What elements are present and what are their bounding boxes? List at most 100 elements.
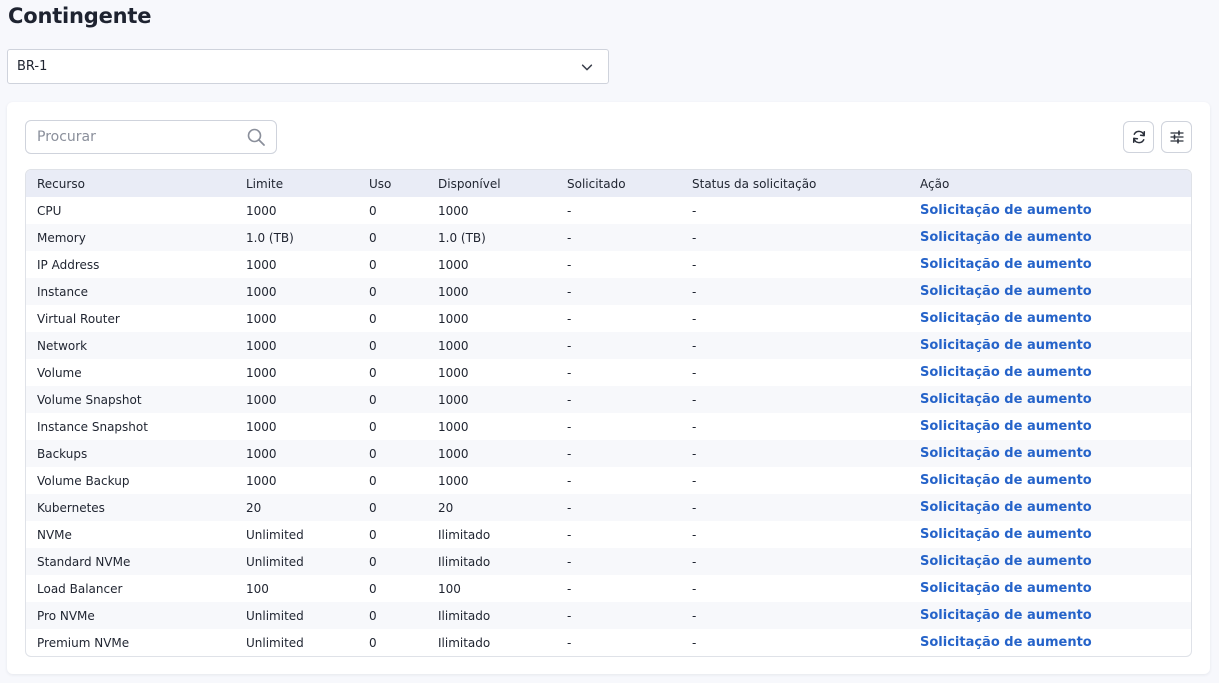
cell-limite: 1000 [246, 311, 277, 326]
column-header-status: Status da solicitação [692, 176, 817, 191]
cell-uso: 0 [369, 392, 377, 407]
cell-limite: 1000 [246, 284, 277, 299]
table-row: Volume Snapshot 1000 0 1000 - - Solicitação de… [26, 386, 1191, 413]
cell-solicitado: - [567, 203, 572, 218]
cell-recurso: Volume Backup [37, 473, 130, 488]
cell-status: - [692, 311, 697, 326]
table-row: Memory 1.0 (TB) 0 1.0 (TB) - - Solicitação de … [26, 224, 1191, 251]
table-row: IP Address 1000 0 1000 - - Solicitação de aume… [26, 251, 1191, 278]
search-input[interactable] [37, 129, 246, 145]
sliders-icon [1169, 130, 1184, 144]
cell-acao: Solicitação de aumento [909, 575, 1191, 602]
search-icon[interactable] [246, 127, 266, 147]
cell-acao: Solicitação de aumento [909, 359, 1191, 386]
request-increase-link[interactable]: Solicitação de aumento [920, 554, 1092, 569]
search-box [25, 120, 277, 154]
chevron-down-icon [581, 63, 593, 70]
request-increase-link[interactable]: Solicitação de aumento [920, 635, 1092, 650]
cell-solicitado: - [567, 608, 572, 623]
cell-disponivel: 20 [438, 500, 454, 515]
table-row: Network 1000 0 1000 - - Solicitação de aumento [26, 332, 1191, 359]
cell-acao: Solicitação de aumento [909, 332, 1191, 359]
cell-limite: 1000 [246, 203, 277, 218]
cell-recurso: Volume [37, 365, 82, 380]
request-increase-link[interactable]: Solicitação de aumento [920, 311, 1092, 326]
cell-status: - [692, 446, 697, 461]
table-row: Volume 1000 0 1000 - - Solicitação de aumento [26, 359, 1191, 386]
cell-disponivel: Ilimitado [438, 608, 491, 623]
cell-status: - [692, 581, 697, 596]
request-increase-link[interactable]: Solicitação de aumento [920, 365, 1092, 380]
cell-uso: 0 [369, 635, 377, 650]
cell-solicitado: - [567, 554, 572, 569]
cell-acao: Solicitação de aumento [909, 305, 1191, 332]
cell-recurso: Instance [37, 284, 89, 299]
cell-recurso: Virtual Router [37, 311, 120, 326]
cell-status: - [692, 419, 697, 434]
cell-solicitado: - [567, 500, 572, 515]
quota-card: Recurso Limite Uso Disponível Solicitado… [7, 102, 1210, 674]
column-filter-button[interactable] [1161, 121, 1192, 153]
cell-recurso: Instance Snapshot [37, 419, 148, 434]
cell-recurso: Premium NVMe [37, 635, 130, 650]
request-increase-link[interactable]: Solicitação de aumento [920, 203, 1092, 218]
cell-solicitado: - [567, 257, 572, 272]
request-increase-link[interactable]: Solicitação de aumento [920, 284, 1092, 299]
request-increase-link[interactable]: Solicitação de aumento [920, 392, 1092, 407]
request-increase-link[interactable]: Solicitação de aumento [920, 446, 1092, 461]
table-row: Premium NVMe Unlimited 0 Ilimitado - - Solicit… [26, 629, 1191, 656]
cell-solicitado: - [567, 446, 572, 461]
cell-status: - [692, 257, 697, 272]
cell-uso: 0 [369, 230, 377, 245]
cell-disponivel: 1000 [438, 365, 469, 380]
request-increase-link[interactable]: Solicitação de aumento [920, 581, 1092, 596]
cell-limite: 1.0 (TB) [246, 230, 294, 245]
cell-status: - [692, 500, 697, 515]
cell-recurso: Standard NVMe [37, 554, 131, 569]
table-row: Load Balancer 100 0 100 - - Solicitação de aum… [26, 575, 1191, 602]
region-select[interactable]: BR-1 [7, 49, 609, 84]
cell-acao: Solicitação de aumento [909, 494, 1191, 521]
cell-solicitado: - [567, 527, 572, 542]
cell-recurso: Kubernetes [37, 500, 105, 515]
cell-uso: 0 [369, 581, 377, 596]
cell-disponivel: 100 [438, 581, 461, 596]
cell-recurso: Pro NVMe [37, 608, 95, 623]
column-header-uso: Uso [369, 176, 392, 191]
cell-acao: Solicitação de aumento [909, 197, 1191, 224]
request-increase-link[interactable]: Solicitação de aumento [920, 419, 1092, 434]
request-increase-link[interactable]: Solicitação de aumento [920, 527, 1092, 542]
request-increase-link[interactable]: Solicitação de aumento [920, 230, 1092, 245]
cell-acao: Solicitação de aumento [909, 278, 1191, 305]
cell-uso: 0 [369, 554, 377, 569]
refresh-icon [1132, 130, 1145, 144]
cell-recurso: Volume Snapshot [37, 392, 142, 407]
cell-limite: 1000 [246, 392, 277, 407]
cell-recurso: Network [37, 338, 88, 353]
column-header-disponivel: Disponível [438, 176, 501, 191]
cell-uso: 0 [369, 446, 377, 461]
cell-limite: 1000 [246, 419, 277, 434]
column-header-recurso: Recurso [37, 176, 85, 191]
cell-solicitado: - [567, 284, 572, 299]
request-increase-link[interactable]: Solicitação de aumento [920, 338, 1092, 353]
cell-solicitado: - [567, 581, 572, 596]
request-increase-link[interactable]: Solicitação de aumento [920, 257, 1092, 272]
table-row: Volume Backup 1000 0 1000 - - Solicitação de a… [26, 467, 1191, 494]
cell-acao: Solicitação de aumento [909, 521, 1191, 548]
cell-uso: 0 [369, 500, 377, 515]
cell-solicitado: - [567, 392, 572, 407]
cell-limite: Unlimited [246, 635, 304, 650]
request-increase-link[interactable]: Solicitação de aumento [920, 608, 1092, 623]
refresh-button[interactable] [1123, 121, 1154, 153]
request-increase-link[interactable]: Solicitação de aumento [920, 473, 1092, 488]
cell-solicitado: - [567, 230, 572, 245]
cell-status: - [692, 203, 697, 218]
cell-status: - [692, 554, 697, 569]
cell-status: - [692, 392, 697, 407]
cell-status: - [692, 608, 697, 623]
request-increase-link[interactable]: Solicitação de aumento [920, 500, 1092, 515]
cell-uso: 0 [369, 203, 377, 218]
cell-acao: Solicitação de aumento [909, 251, 1191, 278]
cell-solicitado: - [567, 365, 572, 380]
